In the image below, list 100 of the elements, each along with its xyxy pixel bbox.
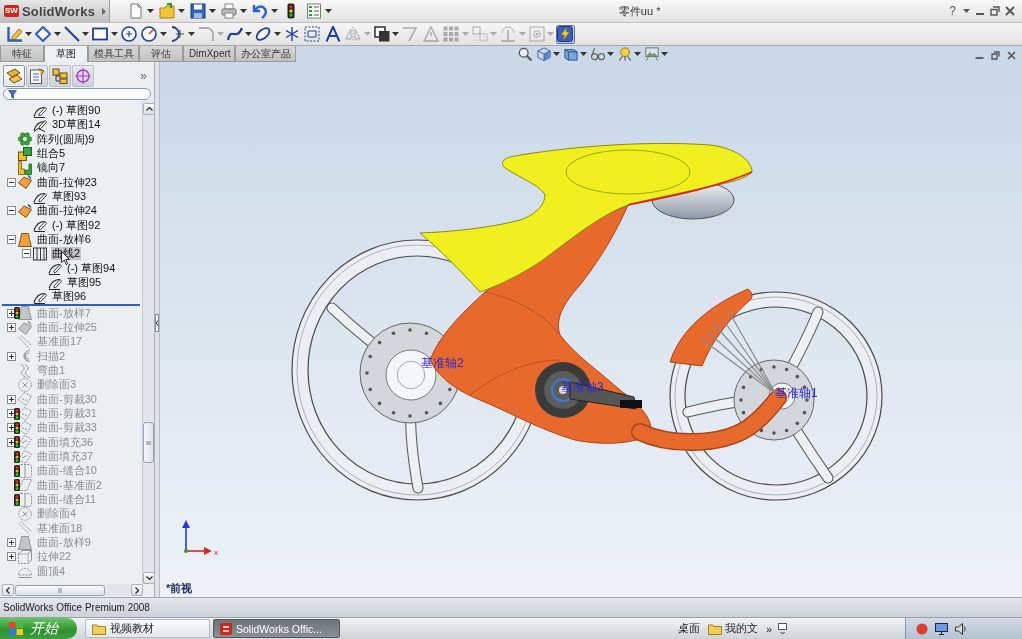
tree-item[interactable]: 草图93 [51, 190, 88, 204]
restore-icon[interactable] [990, 6, 1000, 16]
more-tabs-button[interactable]: » [136, 69, 151, 83]
caret-icon[interactable] [633, 52, 641, 56]
expand-toggle[interactable] [6, 552, 16, 562]
scroll-up-button[interactable] [143, 103, 155, 115]
grip-icon [146, 440, 151, 445]
close-icon[interactable] [1005, 6, 1015, 16]
caret-icon[interactable] [188, 32, 195, 36]
rapid-sketch-button[interactable] [555, 24, 575, 44]
glasses-icon [590, 47, 605, 61]
property-manager-tab[interactable] [26, 65, 48, 87]
toolbar-link[interactable]: 我的文 [705, 621, 760, 636]
scrollbar-thumb[interactable] [15, 584, 105, 596]
expand-toggle[interactable] [21, 249, 31, 259]
printer-icon [221, 3, 237, 19]
caret-icon[interactable] [25, 32, 32, 36]
hide-show-button[interactable] [589, 46, 606, 62]
command-tab[interactable]: 模具工具 [88, 46, 139, 62]
caret-icon[interactable] [245, 32, 252, 36]
polygon-button[interactable] [119, 24, 138, 44]
ellipse-icon [255, 26, 271, 42]
convert-button[interactable] [372, 24, 391, 44]
tree-item[interactable]: 阵列(圆周)9 [36, 132, 96, 146]
tree-item[interactable]: (-) 草图94 [66, 261, 117, 275]
tree-item[interactable]: 3D草图14 [51, 118, 102, 132]
scroll-down-button[interactable] [143, 572, 155, 584]
vertical-scrollbar[interactable] [142, 101, 154, 584]
caret-icon[interactable] [963, 9, 970, 13]
scrollbar-thumb[interactable] [143, 422, 154, 463]
toolbar-link[interactable]: 桌面 [675, 621, 702, 636]
taskbar-button[interactable]: SolidWorks Offic... [213, 619, 340, 638]
scroll-right-button[interactable] [131, 584, 143, 596]
caret-icon[interactable] [325, 9, 332, 13]
tree-item[interactable]: 草图96 [51, 290, 88, 304]
restore-icon[interactable] [991, 51, 1000, 60]
tree-item[interactable]: 曲面-拉伸23 [36, 175, 98, 189]
scroll-left-button[interactable] [2, 584, 14, 596]
text-button[interactable] [323, 24, 342, 44]
caret-icon[interactable] [392, 32, 399, 36]
command-tab[interactable]: DimXpert [182, 46, 236, 62]
caret-icon[interactable] [660, 52, 668, 56]
command-tab[interactable]: 特征 [0, 46, 44, 62]
tree-item[interactable]: 镜向7 [36, 161, 67, 175]
help-button[interactable]: ? [947, 4, 958, 18]
feature-manager-tab[interactable] [3, 65, 25, 87]
command-tab[interactable]: 草图 [44, 46, 88, 62]
command-tab[interactable]: 办公室产品 [235, 46, 296, 62]
tree-item[interactable]: 曲面-拉伸24 [36, 204, 98, 218]
ellipse-button[interactable] [253, 24, 273, 44]
command-tab[interactable]: 评估 [138, 46, 183, 62]
expand-toggle[interactable] [6, 206, 16, 216]
close-icon[interactable] [1007, 51, 1016, 60]
caret-icon[interactable] [159, 32, 167, 36]
tree-item[interactable]: (-) 草图90 [51, 104, 102, 118]
save-button[interactable] [188, 1, 208, 21]
caret-icon[interactable] [552, 52, 560, 56]
circle-button[interactable] [139, 24, 159, 44]
speaker-icon[interactable] [955, 622, 967, 635]
app-menu-button[interactable]: SW SolidWorks [0, 0, 110, 22]
caret-icon[interactable] [53, 32, 61, 36]
caret-icon[interactable] [110, 32, 118, 36]
more-button[interactable]: » [763, 622, 774, 635]
tree-item[interactable]: 曲面-放样6 [36, 233, 92, 247]
tree-item[interactable]: 草图95 [66, 276, 103, 290]
caret-icon[interactable] [606, 52, 614, 56]
taskbar-button[interactable]: 视频教材 [85, 619, 210, 638]
dimxpert-tab[interactable] [72, 65, 94, 87]
options-button[interactable] [304, 1, 324, 21]
expand-toggle[interactable] [6, 235, 16, 245]
sketch-button[interactable] [5, 24, 24, 44]
expand-toggle[interactable] [6, 394, 16, 404]
disc-icon[interactable] [916, 622, 928, 635]
caret-icon[interactable] [82, 32, 89, 36]
caret-icon[interactable] [178, 9, 185, 13]
rollback-bar[interactable] [2, 304, 140, 307]
tree-item[interactable]: (-) 草图92 [51, 218, 102, 232]
caret-icon[interactable] [579, 52, 587, 56]
display-style-button[interactable] [562, 46, 579, 62]
overlapping-squares-icon [373, 26, 390, 42]
caret-icon[interactable] [147, 9, 154, 13]
smart-dimension-button[interactable] [33, 24, 53, 44]
expand-toggle[interactable] [6, 323, 16, 333]
line-button[interactable] [62, 24, 81, 44]
caret-icon[interactable] [209, 9, 216, 13]
expand-toggle[interactable] [6, 177, 16, 187]
caret-icon[interactable] [271, 9, 278, 13]
expand-toggle[interactable] [6, 351, 16, 361]
monitor-icon[interactable] [935, 622, 948, 635]
window-icon[interactable] [778, 622, 787, 635]
zoom-to-fit-button[interactable] [516, 46, 533, 62]
filter-field[interactable] [3, 88, 151, 100]
configuration-manager-tab[interactable] [49, 65, 71, 87]
start-button[interactable]: 开始 [0, 618, 77, 639]
caret-icon[interactable] [240, 9, 247, 13]
caret-icon[interactable] [273, 32, 281, 36]
expand-toggle[interactable] [6, 538, 16, 547]
splitter-handle-icon[interactable] [155, 314, 159, 332]
horizontal-scrollbar[interactable] [0, 584, 143, 596]
tree-item[interactable]: 组合5 [36, 147, 67, 161]
